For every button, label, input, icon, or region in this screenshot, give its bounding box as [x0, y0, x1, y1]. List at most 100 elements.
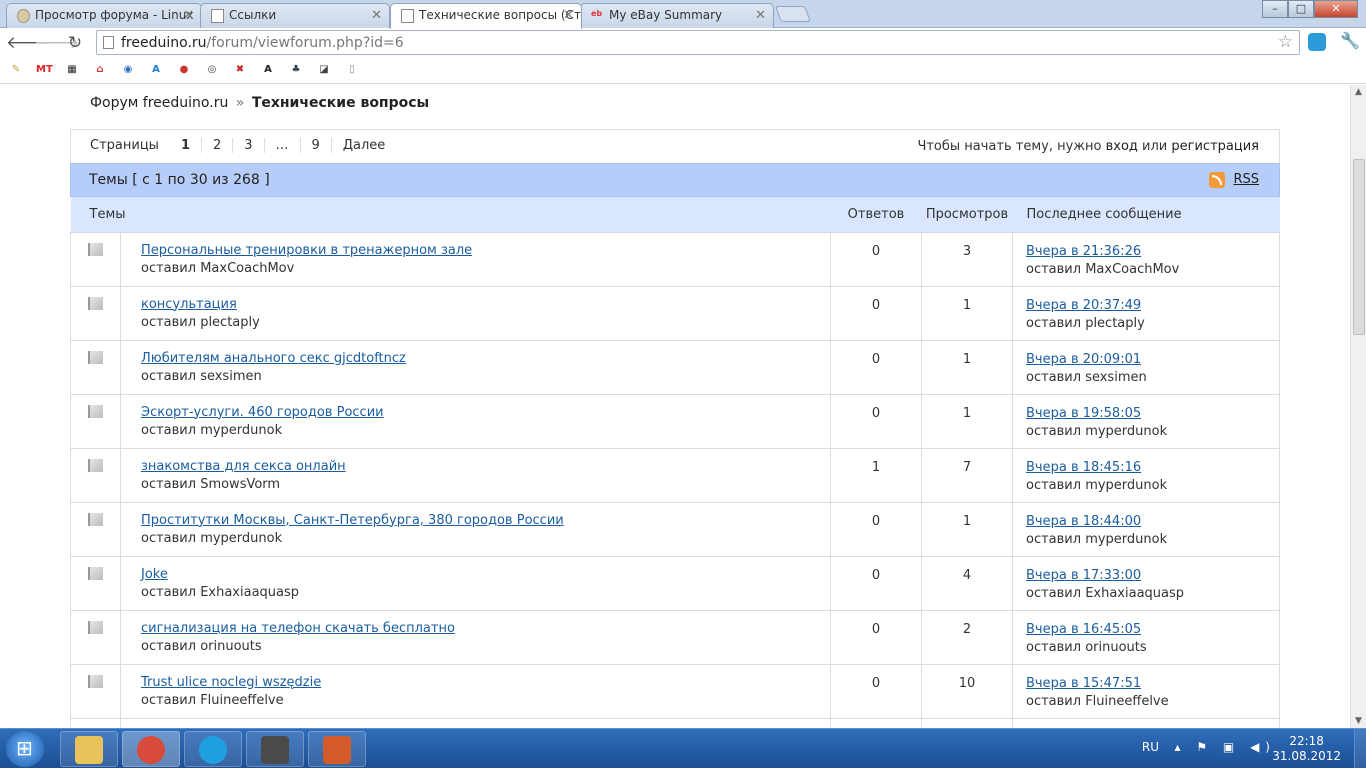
topic-cell: Персональные тренировки в тренажерном за… — [120, 231, 831, 287]
tab-forum-linux[interactable]: Просмотр форума - Linux ✕ — [6, 3, 202, 28]
topic-cell: Проститутки Москвы, Санкт-Петербурга, 38… — [120, 501, 831, 557]
tab-close-icon[interactable]: ✕ — [183, 8, 194, 23]
cube-icon[interactable]: ◪ — [316, 62, 332, 78]
topic-author: оставил MaxCoachMov — [141, 260, 295, 276]
topics-table: Темы Ответов Просмотров Последнее сообще… — [70, 197, 1280, 728]
column-replies: Ответов — [830, 197, 922, 233]
new-tab-button[interactable] — [775, 6, 811, 22]
tab-close-icon[interactable]: ✕ — [755, 8, 766, 23]
breadcrumb-forum-link[interactable]: Форум freeduino.ru — [90, 95, 228, 111]
scroll-down-arrow-icon[interactable]: ▼ — [1355, 716, 1362, 726]
page-link-3[interactable]: 3 — [233, 138, 265, 153]
back-arrow-icon[interactable]: 🡐 — [6, 32, 52, 54]
page-link-9[interactable]: 9 — [301, 138, 332, 153]
start-button[interactable] — [6, 731, 44, 767]
rss-link[interactable]: RSS — [1233, 172, 1259, 187]
last-post-link[interactable]: Вчера в 20:09:01 — [1026, 351, 1279, 369]
topic-status-cell — [70, 231, 121, 287]
bookmark-star-icon[interactable]: ☆ — [1278, 32, 1293, 52]
topic-author: оставил myperdunok — [141, 530, 283, 546]
clock-time: 22:18 — [1289, 734, 1324, 748]
topic-status-icon — [88, 674, 103, 688]
topic-status-icon — [88, 404, 103, 418]
clapper-icon[interactable]: ▦ — [64, 62, 80, 78]
cross-icon[interactable]: ✖ — [232, 62, 248, 78]
last-post-link[interactable]: Вчера в 17:33:00 — [1026, 567, 1279, 585]
views-count: 7 — [921, 447, 1013, 503]
mt-icon[interactable]: MT — [36, 62, 53, 78]
topic-status-cell — [70, 339, 121, 395]
last-post-author: оставил Fluineeffelve — [1026, 693, 1169, 709]
reload-icon[interactable]: ↻ — [64, 32, 86, 54]
tab-ebay[interactable]: eb My eBay Summary ✕ — [580, 3, 774, 28]
topic-link[interactable]: сигнализация на телефон скачать бесплатн… — [141, 620, 830, 638]
disc-icon[interactable]: ◎ — [204, 62, 220, 78]
address-bar[interactable]: freeduino.ru/forum/viewforum.php?id=6 ☆ — [96, 30, 1300, 55]
register-link[interactable]: регистрация — [1171, 139, 1259, 154]
table-header-row: Темы Ответов Просмотров Последнее сообще… — [70, 197, 1280, 233]
minimize-button[interactable]: – — [1262, 0, 1288, 18]
tray-icons[interactable]: ▴ ⚑ ▣ ◀) — [1175, 740, 1276, 754]
ebay-favicon-icon: eb — [591, 9, 603, 18]
topic-link[interactable]: Trust ulice noclegi wszędzie — [141, 674, 830, 692]
clock[interactable]: 22:18 31.08.2012 — [1272, 734, 1341, 764]
tab-close-icon[interactable]: ✕ — [371, 8, 382, 23]
page-scrollbar[interactable]: ▲ ▼ — [1350, 85, 1366, 728]
last-post-link[interactable]: Вчера в 15:47:51 — [1026, 675, 1279, 693]
taskbar-app-chrome[interactable] — [122, 731, 180, 767]
rss-icon[interactable] — [1209, 172, 1225, 188]
yandex-icon[interactable]: ◉ — [120, 62, 136, 78]
tree-icon[interactable]: ♣ — [288, 62, 304, 78]
topic-link[interactable]: консультация — [141, 296, 830, 314]
terminal-icon — [261, 736, 289, 764]
login-link[interactable]: вход — [1106, 139, 1138, 154]
taskbar-app-explorer[interactable] — [60, 731, 118, 767]
home-icon[interactable]: ⌂ — [92, 62, 108, 78]
replies-count: 1 — [830, 447, 922, 503]
next-page-link[interactable]: Далее — [332, 138, 396, 153]
tab-close-icon[interactable]: ✕ — [563, 8, 574, 23]
topic-status-icon — [88, 620, 103, 634]
topic-link[interactable]: Joke — [141, 566, 830, 584]
skype-extension-icon[interactable] — [1308, 33, 1326, 51]
topic-link[interactable]: Любителям анального секс gjcdtoftncz — [141, 350, 830, 368]
topic-link[interactable]: Эскорт-услуги. 460 городов России — [141, 404, 830, 422]
scrollbar-thumb[interactable] — [1353, 159, 1365, 335]
breadcrumb-separator: » — [235, 95, 245, 111]
last-post-cell: Вчера в 20:09:01 оставил sexsimen — [1012, 339, 1280, 395]
breadcrumb-current: Технические вопросы — [251, 95, 430, 111]
tab-tech-questions[interactable]: Технические вопросы (Ст ✕ — [390, 3, 582, 29]
edit-icon[interactable]: ✎ — [8, 62, 24, 78]
tab-links[interactable]: Ссылки ✕ — [200, 3, 390, 28]
show-desktop-button[interactable] — [1354, 729, 1366, 768]
topic-link[interactable]: знакомства для секса онлайн — [141, 458, 830, 476]
scroll-up-arrow-icon[interactable]: ▲ — [1355, 87, 1362, 97]
topic-author: оставил sexsimen — [141, 368, 262, 384]
translate-icon[interactable]: A — [148, 62, 164, 78]
taskbar-app-terminal[interactable] — [246, 731, 304, 767]
table-row: Любителям анального секс gjcdtoftncz оста… — [70, 339, 1280, 395]
topic-link[interactable]: Проститутки Москвы, Санкт-Петербурга, 38… — [141, 512, 830, 530]
last-post-link[interactable]: Вчера в 20:37:49 — [1026, 297, 1279, 315]
wrench-menu-icon[interactable]: 🔧 — [1340, 31, 1360, 50]
taskbar-app-presentation[interactable] — [308, 731, 366, 767]
page-link-2[interactable]: 2 — [202, 138, 234, 153]
page-icon[interactable]: ▯ — [344, 62, 360, 78]
maximize-button[interactable]: □ — [1288, 0, 1314, 18]
last-post-link[interactable]: Вчера в 19:58:05 — [1026, 405, 1279, 423]
last-post-link[interactable]: Вчера в 16:45:05 — [1026, 621, 1279, 639]
last-post-link[interactable]: Вчера в 21:36:26 — [1026, 243, 1279, 261]
topic-status-icon — [88, 566, 103, 580]
forward-arrow-icon[interactable]: 🡒 — [34, 32, 80, 54]
topic-link[interactable]: Персональные тренировки в тренажерном за… — [141, 242, 830, 260]
taskbar-app-skype[interactable] — [184, 731, 242, 767]
arch-icon[interactable]: A — [260, 62, 276, 78]
last-post-author: оставил orinuouts — [1026, 639, 1147, 655]
last-post-link[interactable]: Вчера в 18:45:16 — [1026, 459, 1279, 477]
language-indicator[interactable]: RU — [1142, 740, 1159, 754]
page-link-1[interactable]: 1 — [170, 138, 202, 153]
views-count — [921, 717, 1013, 728]
close-window-button[interactable]: ✕ — [1314, 0, 1358, 18]
ball-icon[interactable]: ● — [176, 62, 192, 78]
last-post-link[interactable]: Вчера в 18:44:00 — [1026, 513, 1279, 531]
